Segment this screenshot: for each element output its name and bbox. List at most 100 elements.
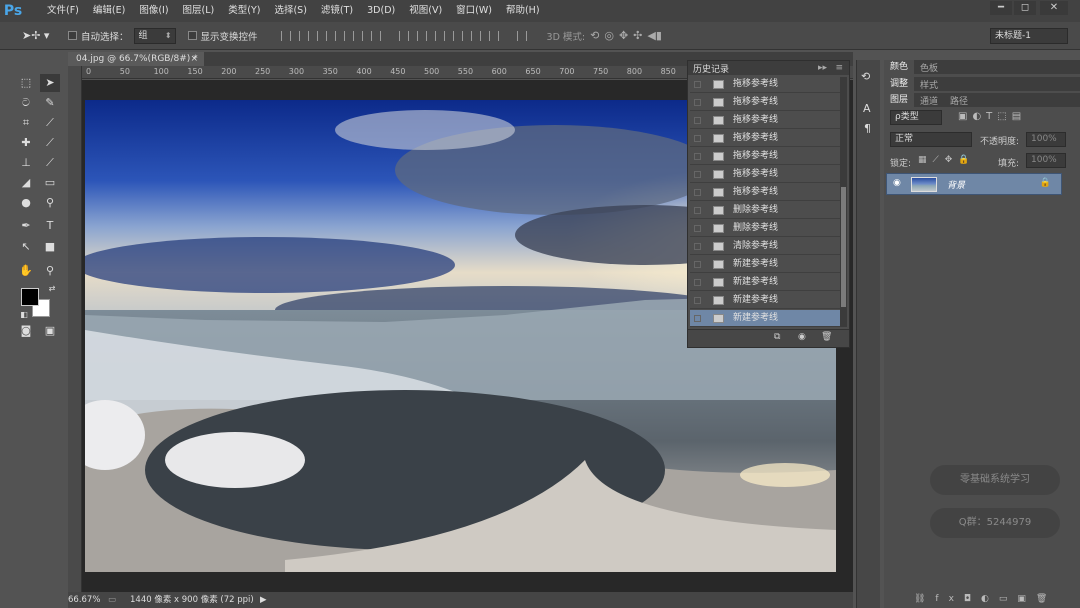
3d-slide-icon[interactable]: ✣	[633, 29, 642, 42]
history-scrollbar[interactable]	[840, 77, 847, 327]
pen-tool-icon[interactable]: ✒	[16, 217, 36, 235]
history-source-checkbox[interactable]	[694, 315, 701, 322]
history-state-row[interactable]: 拖移参考线	[690, 112, 840, 129]
status-menu-arrow-icon[interactable]: ▶	[260, 592, 267, 608]
align-top-icon[interactable]	[280, 30, 291, 41]
type-tool-icon[interactable]: T	[40, 217, 60, 235]
history-state-row[interactable]: 拖移参考线	[690, 94, 840, 111]
tab-swatches[interactable]: 色板	[914, 61, 944, 74]
menu-3d[interactable]: 3D(D)	[360, 0, 402, 22]
menu-layer[interactable]: 图层(L)	[176, 0, 222, 22]
history-source-checkbox[interactable]	[694, 207, 701, 214]
path-select-tool-icon[interactable]: ↖	[16, 238, 36, 256]
workspace-dropdown[interactable]: 未标题-1	[990, 28, 1068, 44]
history-source-checkbox[interactable]	[694, 279, 701, 286]
delete-state-icon[interactable]: 🗑	[821, 332, 832, 342]
history-scroll-thumb[interactable]	[841, 187, 846, 307]
eraser-tool-icon[interactable]: ◢	[16, 174, 36, 192]
history-state-row[interactable]: 删除参考线	[690, 202, 840, 219]
menu-image[interactable]: 图像(I)	[132, 0, 175, 22]
history-source-checkbox[interactable]	[694, 153, 701, 160]
character-panel-icon[interactable]: A	[863, 102, 871, 115]
show-transform-checkbox[interactable]	[187, 31, 197, 40]
gradient-tool-icon[interactable]: ▭	[40, 174, 60, 192]
history-state-row[interactable]: 新建参考线	[690, 292, 840, 309]
new-document-from-state-icon[interactable]: ⧉	[774, 332, 780, 342]
dodge-tool-icon[interactable]: ⚲	[40, 194, 60, 212]
rectangle-tool-icon[interactable]: ■	[40, 238, 60, 256]
3d-roll-icon[interactable]: ◎	[604, 29, 614, 42]
close-button[interactable]: ✕	[1040, 1, 1068, 15]
crop-tool-icon[interactable]: ⌗	[16, 114, 36, 132]
hand-tool-icon[interactable]: ✋	[16, 262, 36, 280]
minimize-button[interactable]: ━	[990, 1, 1012, 15]
move-tool-preset-icon[interactable]: ➤✢ ▾	[22, 26, 68, 46]
history-panel-icon[interactable]: ⟲	[861, 70, 870, 83]
vertical-ruler[interactable]	[68, 66, 82, 592]
blend-mode-dropdown[interactable]: 正常	[890, 132, 972, 147]
move-tool-icon[interactable]: ➤	[40, 74, 60, 92]
history-source-checkbox[interactable]	[694, 171, 701, 178]
menu-filter[interactable]: 滤镜(T)	[314, 0, 360, 22]
align-bottom-icon[interactable]	[316, 30, 327, 41]
history-state-row[interactable]: 删除参考线	[690, 220, 840, 237]
auto-select-dropdown[interactable]: 组	[133, 27, 176, 44]
lasso-tool-icon[interactable]: ට	[16, 94, 36, 112]
history-state-row[interactable]: 拖移参考线	[690, 130, 840, 147]
history-state-row[interactable]: 拖移参考线	[690, 184, 840, 201]
tab-paths[interactable]: 路径	[944, 94, 974, 107]
menu-window[interactable]: 窗口(W)	[449, 0, 499, 22]
layer-filter-dropdown[interactable]: ρ类型	[890, 110, 942, 125]
distribute-bottom-icon[interactable]	[434, 30, 445, 41]
history-brush-icon[interactable]: ⟋	[40, 154, 60, 172]
zoom-tool-icon[interactable]: ⚲	[40, 262, 60, 280]
lock-icons[interactable]: ▦⟋✥🔒	[918, 155, 976, 165]
distribute-right-icon[interactable]	[488, 30, 499, 41]
tab-adjustments[interactable]: 调整	[884, 77, 915, 91]
opacity-field[interactable]: 100%	[1026, 132, 1066, 147]
menu-help[interactable]: 帮助(H)	[499, 0, 547, 22]
history-state-row[interactable]: 新建参考线	[690, 274, 840, 291]
distribute-vcenter-icon[interactable]	[416, 30, 427, 41]
3d-scale-icon[interactable]: ◀▮	[647, 29, 662, 42]
default-colors-icon[interactable]: ◧	[14, 306, 34, 324]
screen-mode-icon[interactable]: ▣	[40, 322, 60, 340]
history-source-checkbox[interactable]	[694, 99, 701, 106]
paragraph-panel-icon[interactable]: ¶	[864, 122, 871, 135]
menu-file[interactable]: 文件(F)	[40, 0, 86, 22]
history-state-row[interactable]: 清除参考线	[690, 238, 840, 255]
swap-colors-icon[interactable]: ⇄	[42, 280, 62, 298]
clone-stamp-icon[interactable]: ⊥	[16, 154, 36, 172]
history-state-row[interactable]: 拖移参考线	[690, 148, 840, 165]
foreground-color-swatch[interactable]	[21, 288, 39, 306]
brush-tool-icon[interactable]: ⟋	[40, 134, 60, 152]
history-source-checkbox[interactable]	[694, 81, 701, 88]
auto-align-icon[interactable]	[516, 30, 527, 41]
healing-brush-icon[interactable]: ✚	[16, 134, 36, 152]
tab-layers[interactable]: 图层	[884, 93, 915, 107]
history-source-checkbox[interactable]	[694, 297, 701, 304]
snapshot-camera-icon[interactable]: ◉	[798, 332, 806, 342]
distribute-left-icon[interactable]	[452, 30, 463, 41]
auto-select-checkbox[interactable]	[68, 31, 77, 40]
tab-color[interactable]: 颜色	[884, 60, 915, 74]
3d-rotate-icon[interactable]: ⟲	[590, 29, 599, 42]
align-hcenter-icon[interactable]	[352, 30, 363, 41]
menu-select[interactable]: 选择(S)	[267, 0, 313, 22]
tab-channels[interactable]: 通道	[914, 94, 944, 107]
align-vcenter-icon[interactable]	[298, 30, 309, 41]
distribute-hcenter-icon[interactable]	[470, 30, 481, 41]
align-left-icon[interactable]	[334, 30, 345, 41]
align-right-icon[interactable]	[370, 30, 381, 41]
quick-select-tool-icon[interactable]: ✎	[40, 94, 60, 112]
history-source-checkbox[interactable]	[694, 189, 701, 196]
history-source-checkbox[interactable]	[694, 225, 701, 232]
layer-name[interactable]: 背景	[947, 178, 965, 191]
history-state-row[interactable]: 新建参考线	[690, 310, 840, 327]
history-state-row[interactable]: 新建参考线	[690, 256, 840, 273]
document-tab[interactable]: 04.jpg @ 66.7%(RGB/8#) * ×	[68, 52, 204, 66]
panel-menu-icon[interactable]: ≡	[835, 63, 843, 73]
history-source-checkbox[interactable]	[694, 261, 701, 268]
menu-edit[interactable]: 编辑(E)	[86, 0, 132, 22]
menu-type[interactable]: 类型(Y)	[221, 0, 267, 22]
